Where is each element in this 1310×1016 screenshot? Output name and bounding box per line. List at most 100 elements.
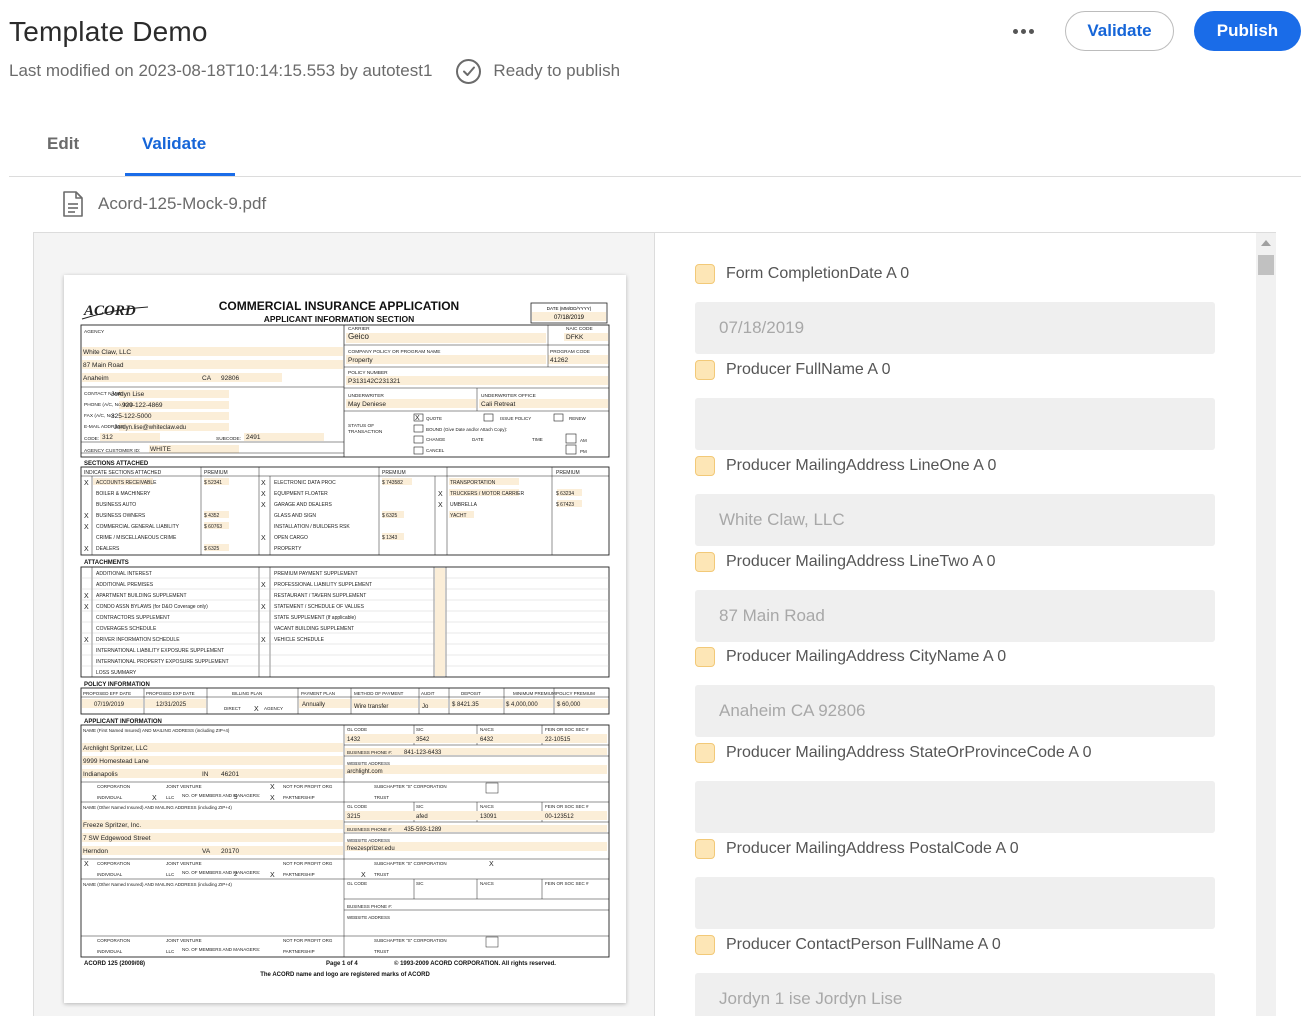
- svg-text:JOINT VENTURE: JOINT VENTURE: [166, 784, 202, 789]
- svg-text:CORPORATION: CORPORATION: [97, 861, 130, 866]
- active-tab-indicator: [125, 173, 235, 176]
- svg-text:X: X: [84, 637, 89, 644]
- svg-text:Jo: Jo: [422, 704, 429, 710]
- field-form-completion-date: Form CompletionDate A 0 07/18/2019: [695, 262, 1215, 354]
- svg-text:SIC: SIC: [416, 727, 424, 732]
- svg-text:7 SW Edgewood Street: 7 SW Edgewood Street: [83, 835, 151, 842]
- svg-text:ATTACHMENTS: ATTACHMENTS: [84, 560, 129, 566]
- svg-text:COVERAGES SCHEDULE: COVERAGES SCHEDULE: [96, 626, 157, 632]
- svg-text:$ 63234: $ 63234: [556, 491, 574, 497]
- svg-text:GL CODE: GL CODE: [347, 804, 367, 809]
- field-value-input[interactable]: [695, 398, 1215, 450]
- svg-text:BOILER & MACHINERY: BOILER & MACHINERY: [96, 491, 151, 497]
- svg-text:X: X: [270, 784, 275, 791]
- doc-footer-center: Page 1 of 4: [326, 961, 358, 967]
- field-value-input[interactable]: [695, 781, 1215, 833]
- svg-text:NO. OF MEMBERS AND MANAGERS:: NO. OF MEMBERS AND MANAGERS:: [182, 870, 260, 875]
- field-label: Producer MailingAddress CityName A 0: [726, 648, 1007, 665]
- svg-text:$ 1343: $ 1343: [382, 535, 398, 541]
- field-marker-icon: [695, 456, 715, 476]
- tab-edit[interactable]: Edit: [47, 134, 79, 154]
- svg-text:PROPOSED EFF DATE: PROPOSED EFF DATE: [83, 691, 131, 696]
- svg-text:X: X: [438, 502, 443, 509]
- svg-text:SUBCHAPTER "S" CORPORATION: SUBCHAPTER "S" CORPORATION: [374, 861, 447, 866]
- field-label: Producer ContactPerson FullName A 0: [726, 936, 1001, 953]
- svg-text:PREMIUM PAYMENT SUPPLEMENT: PREMIUM PAYMENT SUPPLEMENT: [274, 571, 358, 577]
- fields-scrollbar[interactable]: [1256, 233, 1276, 1016]
- svg-text:X: X: [261, 582, 266, 589]
- field-value-input[interactable]: 07/18/2019: [695, 302, 1215, 354]
- svg-text:POLICY NUMBER: POLICY NUMBER: [348, 370, 388, 376]
- publish-status: Ready to publish: [456, 58, 621, 84]
- svg-text:22-10515: 22-10515: [545, 737, 571, 743]
- field-label: Producer MailingAddress PostalCode A 0: [726, 840, 1019, 857]
- svg-text:$ 6325: $ 6325: [382, 513, 398, 519]
- field-value-input[interactable]: 87 Main Road: [695, 590, 1215, 642]
- svg-text:BILLING PLAN: BILLING PLAN: [232, 691, 262, 696]
- validate-button[interactable]: Validate: [1065, 11, 1174, 51]
- svg-text:STATUS OF: STATUS OF: [348, 423, 374, 429]
- svg-text:INTERNATIONAL LIABILITY EXPOSU: INTERNATIONAL LIABILITY EXPOSURE SUPPLEM…: [96, 648, 224, 654]
- svg-text:20170: 20170: [221, 848, 239, 855]
- svg-text:$ 4,000,000: $ 4,000,000: [506, 702, 538, 708]
- svg-text:FEIN OR SOC SEC #: FEIN OR SOC SEC #: [545, 727, 589, 732]
- svg-text:$ 52341: $ 52341: [204, 480, 222, 486]
- doc-customer-id: WHITE: [150, 446, 172, 453]
- svg-text:X: X: [84, 593, 89, 600]
- status-text: Ready to publish: [493, 61, 621, 80]
- svg-text:CONTRACTORS SUPPLEMENT: CONTRACTORS SUPPLEMENT: [96, 615, 170, 621]
- field-value-input[interactable]: Jordyn 1 ise Jordyn Lise: [695, 973, 1215, 1016]
- svg-text:ADDITIONAL PREMISES: ADDITIONAL PREMISES: [96, 582, 154, 588]
- svg-text:NOT FOR PROFIT ORG: NOT FOR PROFIT ORG: [283, 784, 333, 789]
- field-value-input[interactable]: Anaheim CA 92806: [695, 685, 1215, 737]
- document-preview-pane[interactable]: ACORD COMMERCIAL INSURANCE APPLICATION A…: [34, 233, 655, 1016]
- svg-text:PM: PM: [580, 449, 587, 454]
- more-options-icon[interactable]: [1009, 20, 1037, 42]
- svg-text:INDIVIDUAL: INDIVIDUAL: [97, 872, 123, 877]
- svg-text:AGENCY: AGENCY: [264, 706, 283, 711]
- doc-phone: 929-122-4869: [122, 402, 163, 409]
- svg-text:SECTIONS ATTACHED: SECTIONS ATTACHED: [84, 461, 149, 467]
- svg-text:CHANGE: CHANGE: [426, 437, 445, 442]
- doc-email: Jordyn.lise@whiteclaw.edu: [114, 425, 186, 431]
- subtitle-row: Last modified on 2023-08-18T10:14:15.553…: [9, 58, 620, 84]
- svg-text:DATE: DATE: [472, 437, 484, 442]
- doc-program-name: Property: [348, 357, 373, 364]
- field-marker-icon: [695, 360, 715, 380]
- svg-text:DEPOSIT: DEPOSIT: [461, 691, 481, 696]
- file-name: Acord-125-Mock-9.pdf: [98, 194, 267, 213]
- scrollbar-thumb[interactable]: [1258, 255, 1274, 275]
- scroll-up-icon[interactable]: [1261, 240, 1271, 246]
- field-producer-state-code: Producer MailingAddress StateOrProvinceC…: [695, 741, 1215, 833]
- svg-text:13091: 13091: [480, 814, 497, 820]
- field-marker-icon: [695, 935, 715, 955]
- doc-policy-number: P313142C231321: [348, 378, 401, 385]
- svg-text:12/31/2025: 12/31/2025: [156, 702, 187, 708]
- svg-text:GARAGE AND DEALERS: GARAGE AND DEALERS: [274, 502, 332, 508]
- tab-validate[interactable]: Validate: [142, 134, 206, 154]
- svg-text:CRIME / MISCELLANEOUS CRIME: CRIME / MISCELLANEOUS CRIME: [96, 535, 177, 541]
- svg-text:LLC: LLC: [166, 872, 175, 877]
- svg-text:VEHICLE SCHEDULE: VEHICLE SCHEDULE: [274, 637, 325, 643]
- doc-date-value: 07/18/2019: [554, 315, 585, 321]
- svg-text:Annually: Annually: [302, 702, 325, 708]
- doc-subcode: 2491: [246, 434, 261, 441]
- svg-text:BUSINESS PHONE #:: BUSINESS PHONE #:: [347, 827, 392, 832]
- fields-pane[interactable]: Form CompletionDate A 0 07/18/2019 Produ…: [656, 233, 1276, 1016]
- publish-button[interactable]: Publish: [1194, 11, 1301, 51]
- svg-text:UNDERWRITER: UNDERWRITER: [348, 393, 384, 399]
- svg-text:STATE SUPPLEMENT (If applicabl: STATE SUPPLEMENT (If applicable): [274, 615, 356, 621]
- svg-text:METHOD OF PAYMENT: METHOD OF PAYMENT: [354, 691, 404, 696]
- svg-text:Indianapolis: Indianapolis: [83, 771, 118, 778]
- svg-text:AUDIT: AUDIT: [421, 691, 435, 696]
- field-value-input[interactable]: [695, 877, 1215, 929]
- svg-text:46201: 46201: [221, 771, 239, 778]
- field-label: Form CompletionDate A 0: [726, 265, 910, 282]
- svg-text:NOT FOR PROFIT ORG: NOT FOR PROFIT ORG: [283, 861, 333, 866]
- svg-text:X: X: [84, 524, 89, 531]
- field-value-input[interactable]: White Claw, LLC: [695, 494, 1215, 546]
- svg-text:X: X: [261, 502, 266, 509]
- svg-text:NAME (First Named Insured) AND: NAME (First Named Insured) AND MAILING A…: [83, 728, 230, 733]
- svg-text:PREMIUM: PREMIUM: [204, 470, 228, 476]
- doc-naic: DFKK: [566, 334, 584, 341]
